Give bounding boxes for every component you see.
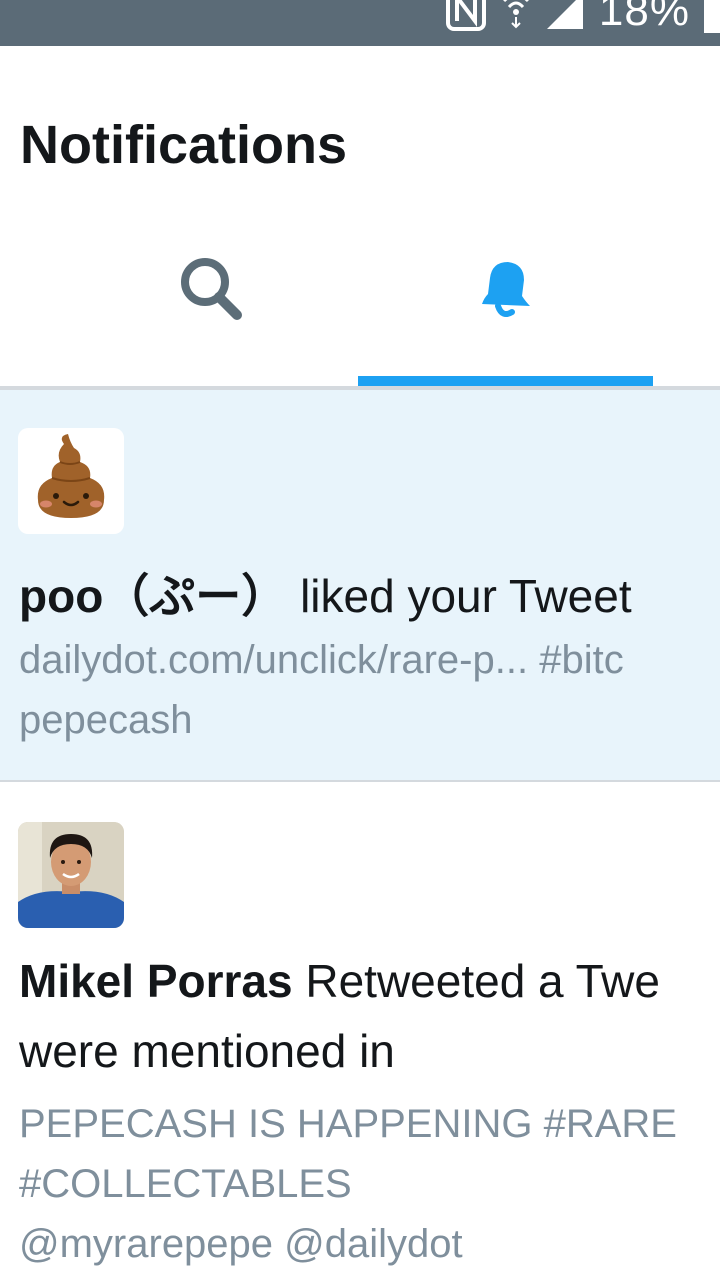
notification-action: Retweeted a Twe	[292, 955, 660, 1007]
signal-icon	[545, 0, 585, 36]
status-icons: 18%	[445, 0, 720, 36]
profile-photo-avatar[interactable]	[18, 822, 124, 928]
user-name[interactable]: Mikel Porras	[19, 955, 293, 1007]
battery-icon	[704, 0, 720, 33]
tweet-snippet: dailydot.com/unclick/rare-p... #bitc	[19, 638, 624, 682]
tweet-snippet: @myrarepepe @dailydot	[19, 1222, 463, 1266]
status-bar: 18%	[0, 0, 720, 46]
user-name[interactable]: poo（ぷー）	[19, 570, 287, 622]
bell-icon	[472, 254, 538, 331]
active-tab-indicator	[358, 376, 653, 386]
tab-search[interactable]	[64, 242, 358, 342]
notification-action: liked your Tweet	[287, 570, 632, 622]
nfc-icon	[445, 0, 487, 36]
tweet-snippet: #COLLECTABLES	[19, 1162, 352, 1206]
poo-emoji-avatar[interactable]	[18, 428, 124, 534]
wifi-icon	[501, 0, 531, 36]
page-title: Notifications	[20, 115, 348, 175]
tweet-snippet: PEPECASH IS HAPPENING #RARE	[19, 1102, 677, 1146]
search-icon	[175, 254, 247, 331]
tab-notifications[interactable]	[358, 242, 652, 342]
notification-text: poo（ぷー） liked your Tweet	[19, 560, 632, 626]
tweet-snippet: pepecash	[19, 698, 193, 742]
battery-percentage: 18%	[598, 0, 690, 35]
notifications-header: Notifications	[0, 46, 720, 390]
notification-text: Mikel Porras Retweeted a Twe	[19, 954, 660, 1008]
notification-text-continued: were mentioned in	[19, 1025, 395, 1077]
notification-item[interactable]: Mikel Porras Retweeted a Twe were mentio…	[0, 784, 720, 1280]
notification-item[interactable]: poo（ぷー） liked your Tweet dailydot.com/un…	[0, 390, 720, 782]
